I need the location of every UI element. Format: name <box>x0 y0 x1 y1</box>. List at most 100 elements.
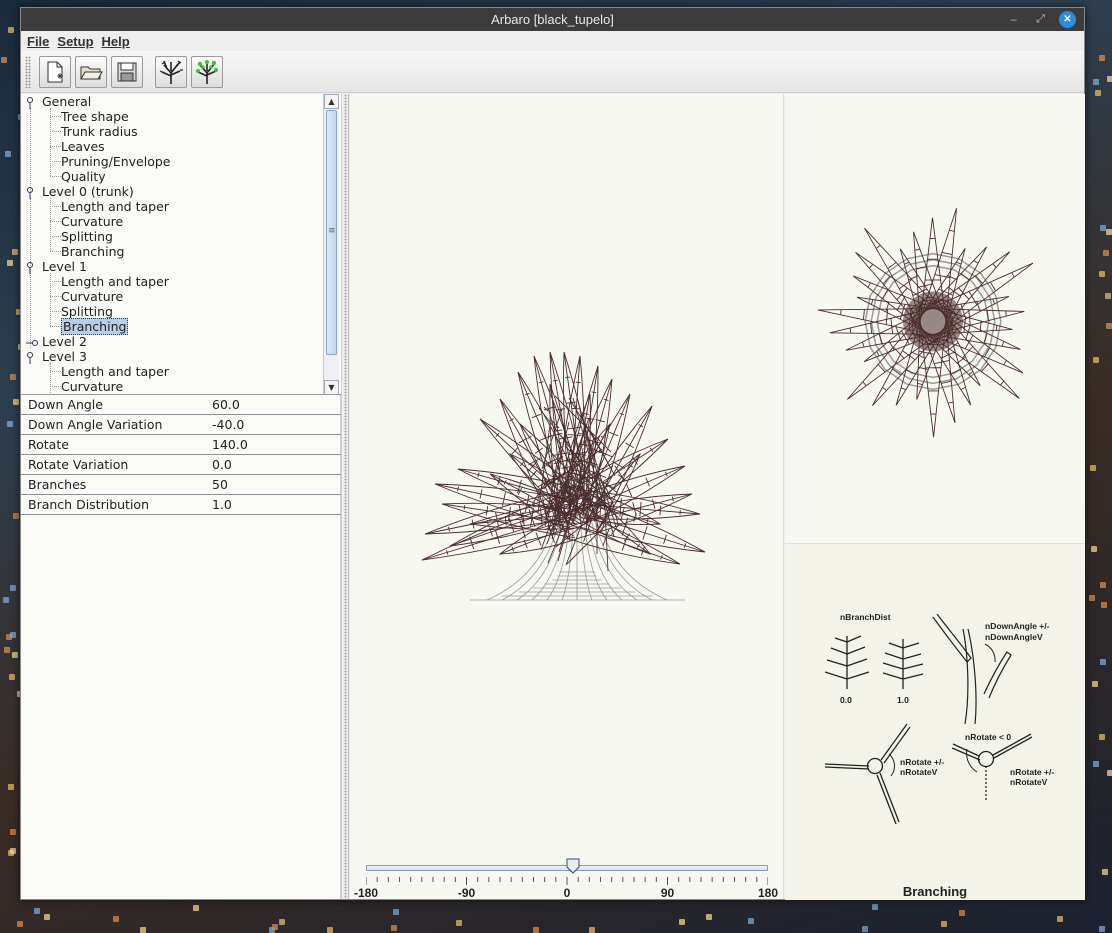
close-button[interactable]: ✕ <box>1059 11 1076 28</box>
nbranchdist-label: nBranchDist <box>840 612 891 622</box>
collapsed-toggle-icon[interactable] <box>26 336 40 350</box>
slider-thumb-icon[interactable] <box>566 858 580 874</box>
property-row-rotate[interactable]: Rotate 140.0 <box>21 435 341 455</box>
top-canopy-core <box>903 292 963 352</box>
expanded-toggle-icon[interactable] <box>26 96 35 110</box>
save-button[interactable] <box>111 56 143 88</box>
window-title: Arbaro [black_tupelo] <box>491 12 614 27</box>
main-content: General Tree shape Trunk radius Leaves P… <box>21 94 1084 899</box>
rotation-slider[interactable]: -180 -90 0 90 180 <box>350 854 784 900</box>
left-pane: General Tree shape Trunk radius Leaves P… <box>21 94 341 899</box>
property-value[interactable]: 0.0 <box>212 457 341 472</box>
render-tree-button[interactable] <box>155 56 187 88</box>
dist-zero-label: 0.0 <box>840 695 852 705</box>
rotate-negative-label: nRotate < 0 <box>965 732 1011 742</box>
expanded-toggle-icon[interactable] <box>26 186 35 200</box>
menu-setup[interactable]: Setup <box>57 34 93 49</box>
slider-tick-label: 90 <box>661 886 674 900</box>
slider-tick-label: 180 <box>758 886 778 900</box>
tree-node-trunk-radius[interactable]: Trunk radius <box>61 124 138 139</box>
render-tree-icon <box>158 59 184 85</box>
diagram-caption: Branching <box>785 884 1085 899</box>
property-value[interactable]: 1.0 <box>212 497 341 512</box>
rotate2-label-2: nRotateV <box>1010 777 1048 787</box>
expanded-toggle-icon[interactable] <box>26 351 35 365</box>
property-row-branch-distribution[interactable]: Branch Distribution 1.0 <box>21 495 341 515</box>
scroll-down-arrow-icon[interactable]: ▼ <box>324 380 339 395</box>
property-value[interactable]: 140.0 <box>212 437 341 452</box>
tree-node-level2[interactable]: Level 2 <box>42 334 87 349</box>
slider-tick-label: 0 <box>564 886 571 900</box>
property-row-rotate-variation[interactable]: Rotate Variation 0.0 <box>21 455 341 475</box>
property-row-down-angle[interactable]: Down Angle 60.0 <box>21 395 341 415</box>
tree-node-l1-branching[interactable]: Branching <box>61 319 128 334</box>
downangle-label-2: nDownAngleV <box>985 632 1043 642</box>
tree-node-l0-length[interactable]: Length and taper <box>61 199 169 214</box>
new-file-icon <box>44 60 66 84</box>
toolbar-grip[interactable] <box>25 56 31 88</box>
open-button[interactable] <box>75 56 107 88</box>
render-leafy-tree-icon <box>194 59 220 85</box>
right-pane: nBranchDist 0.0 1.0 nDownAngle +/- nDown… <box>785 94 1085 899</box>
property-value[interactable]: 60.0 <box>212 397 341 412</box>
property-name: Branch Distribution <box>21 497 212 512</box>
tree-top-view[interactable] <box>785 94 1085 544</box>
menu-help[interactable]: Help <box>102 34 130 49</box>
minimize-button[interactable]: – <box>1005 11 1022 28</box>
tree-node-l1-splitting[interactable]: Splitting <box>61 304 113 319</box>
parameter-tree[interactable]: General Tree shape Trunk radius Leaves P… <box>21 94 341 395</box>
tree-node-l0-splitting[interactable]: Splitting <box>61 229 113 244</box>
tree-node-l3-length[interactable]: Length and taper <box>61 364 169 379</box>
downangle-label-1: nDownAngle +/- <box>985 621 1050 631</box>
tree-node-l0-curvature[interactable]: Curvature <box>61 214 123 229</box>
rotate-label-2: nRotateV <box>900 767 938 777</box>
open-folder-icon <box>79 61 103 83</box>
property-table: Down Angle 60.0 Down Angle Variation -40… <box>21 395 341 515</box>
tree-front-view[interactable] <box>350 94 784 854</box>
menu-file[interactable]: File <box>27 34 49 49</box>
property-name: Rotate Variation <box>21 457 212 472</box>
property-row-branches[interactable]: Branches 50 <box>21 475 341 495</box>
slider-tick-label: -180 <box>354 886 378 900</box>
tree-node-level3[interactable]: Level 3 <box>42 349 87 364</box>
property-value[interactable]: -40.0 <box>212 417 341 432</box>
property-name: Down Angle <box>21 397 212 412</box>
scroll-up-arrow-icon[interactable]: ▲ <box>324 94 339 109</box>
maximize-button[interactable]: ⤢ <box>1032 11 1049 28</box>
pane-splitter[interactable] <box>341 94 349 899</box>
new-file-button[interactable] <box>39 56 71 88</box>
tree-node-l0-branching[interactable]: Branching <box>61 244 124 259</box>
app-window: Arbaro [black_tupelo] – ⤢ ✕ File Setup H… <box>20 7 1085 900</box>
tree-node-l1-length[interactable]: Length and taper <box>61 274 169 289</box>
property-name: Rotate <box>21 437 212 452</box>
slider-tick-label: -90 <box>458 886 475 900</box>
expanded-toggle-icon[interactable] <box>26 261 35 275</box>
tree-node-level1[interactable]: Level 1 <box>42 259 87 274</box>
tree-node-l3-curvature[interactable]: Curvature <box>61 379 123 394</box>
property-name: Branches <box>21 477 212 492</box>
rotate-label-1: nRotate +/- <box>900 757 944 767</box>
property-name: Down Angle Variation <box>21 417 212 432</box>
title-bar[interactable]: Arbaro [black_tupelo] – ⤢ ✕ <box>21 8 1084 31</box>
branching-diagram: nBranchDist 0.0 1.0 nDownAngle +/- nDown… <box>785 544 1085 900</box>
tree-node-quality[interactable]: Quality <box>61 169 106 184</box>
property-value[interactable]: 50 <box>212 477 341 492</box>
scroll-thumb[interactable] <box>326 110 337 355</box>
slider-ticks <box>366 877 768 885</box>
render-leafy-tree-button[interactable] <box>191 56 223 88</box>
tree-node-l1-curvature[interactable]: Curvature <box>61 289 123 304</box>
tree-node-tree-shape[interactable]: Tree shape <box>61 109 129 124</box>
tree-scrollbar[interactable]: ▲ ▼ <box>323 94 339 395</box>
property-row-down-angle-variation[interactable]: Down Angle Variation -40.0 <box>21 415 341 435</box>
tree-node-pruning[interactable]: Pruning/Envelope <box>61 154 171 169</box>
front-view-pane: -180 -90 0 90 180 <box>350 94 784 899</box>
branching-illustration: nBranchDist 0.0 1.0 nDownAngle +/- nDown… <box>785 544 1085 874</box>
save-disk-icon <box>116 61 138 83</box>
toolbar <box>21 51 1084 93</box>
branch-mesh <box>422 352 705 571</box>
rotate2-label-1: nRotate +/- <box>1010 767 1054 777</box>
tree-node-general[interactable]: General <box>42 94 91 109</box>
tree-node-leaves[interactable]: Leaves <box>61 139 105 154</box>
tree-node-level0[interactable]: Level 0 (trunk) <box>42 184 134 199</box>
dist-one-label: 1.0 <box>897 695 909 705</box>
